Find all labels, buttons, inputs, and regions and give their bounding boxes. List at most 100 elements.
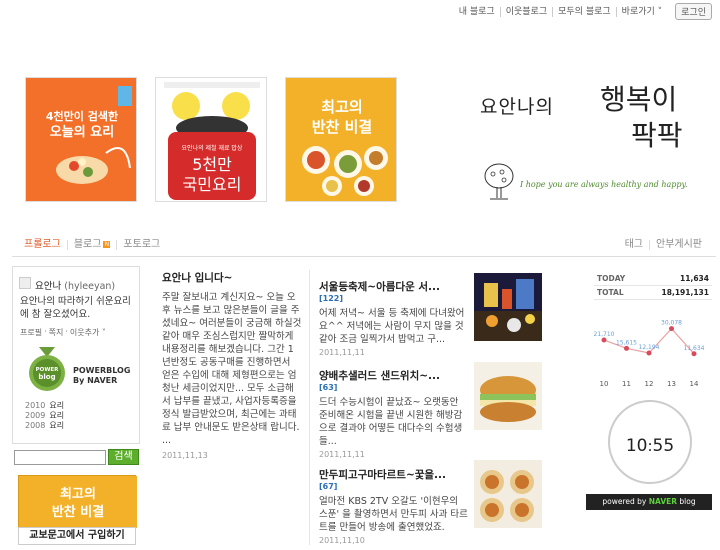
neighbor-blog-link[interactable]: 이웃블로그: [501, 6, 554, 17]
buy-kyobo-button[interactable]: 교보문고에서 구입하기: [18, 527, 136, 545]
book-cover-3-art: 최고의 반찬 비결: [286, 78, 396, 201]
post-thumbnail[interactable]: [474, 273, 542, 341]
lantern-festival-image: [474, 273, 542, 341]
profile-nickname: 요안나: [35, 281, 62, 292]
tab-photolog[interactable]: 포토로그: [117, 240, 166, 250]
list-item: 서울등축제~아름다운 서... [122] 어제 저녁~ 서울 등 축제에 다녀…: [319, 279, 469, 357]
rss-icon: N: [103, 240, 111, 248]
powered-by-naver-badge[interactable]: powered by NAVER blog: [586, 494, 712, 510]
chart-point: [601, 337, 607, 343]
chart-x-tick: 13: [667, 380, 676, 388]
sidebar-book-cover[interactable]: 최고의 반찬 비결: [18, 475, 137, 528]
post-title[interactable]: 만두피고구마타르트~꿏을...: [319, 467, 469, 482]
year-row: 2009 요리: [25, 411, 65, 420]
book-cover-1-art: 4천만이 검색한 오늘의 요리: [26, 78, 136, 201]
post-thumbnail[interactable]: [474, 460, 542, 528]
tab-blog-label: 블로그: [73, 239, 102, 250]
visitor-chart: 21,710 10 15,615 11 12,194 12 30,078 13 11,634 14: [594, 320, 705, 388]
sandwich-image: [474, 362, 542, 430]
powerblog-years: 2010 요리 2009 요리 2008 요리: [25, 401, 64, 431]
blog-menu: 프롤로그 블로그 N 포토로그: [24, 240, 166, 250]
chart-point: [646, 350, 652, 356]
book-cover-3[interactable]: 최고의 반찬 비결: [285, 77, 397, 202]
avatar[interactable]: [19, 277, 31, 289]
chart-x-tick: 10: [600, 380, 609, 388]
main-post-body: 주말 잘보내고 계신지요~ 오늘 오후 뉴스를 보고 많은분들이 글을 주셨네요…: [162, 292, 302, 446]
tart-image: [474, 460, 542, 528]
year-row: 2008 요리: [25, 421, 65, 430]
badge-word-blog: blog: [38, 373, 55, 381]
post-excerpt: 어제 저녁~ 서울 등 축제에 다녀왔어요^^ 저녁에는 사람이 무지 많을 것…: [319, 308, 465, 345]
list-item: 양배추샐러드 샌드위치~... [63] 드더 수능시험이 끝났죠~ 오랫동안 …: [319, 368, 469, 459]
book-2-line-1: 5천만: [192, 155, 232, 174]
tab-guestbook[interactable]: 안부게시판: [650, 240, 702, 250]
post-thumbnail[interactable]: [474, 362, 542, 430]
comment-count[interactable]: [122]: [319, 294, 469, 303]
blog-title: 요안나의 행복이 팍팍 I hope you are always health…: [478, 70, 713, 210]
today-count: 11,634: [680, 274, 709, 283]
profile-name: 요안나 (hyleeyan): [35, 278, 115, 292]
tab-tag[interactable]: 태그: [619, 240, 650, 250]
post-title[interactable]: 서울등축제~아름다운 서...: [319, 279, 469, 294]
sidebar-book-line-2: 반찬 비결: [52, 504, 104, 520]
year-row: 2010 요리: [25, 401, 65, 410]
clock-time: 10:55: [625, 436, 675, 456]
chart-data-label: 12,194: [639, 344, 660, 351]
tab-blog[interactable]: 블로그 N: [68, 240, 118, 250]
chart-data-label: 30,078: [661, 320, 682, 327]
today-row: TODAY 11,634: [594, 272, 712, 286]
search-input[interactable]: [14, 450, 106, 465]
post-excerpt: 드더 수능시험이 끝났죠~ 오랫동안 준비해온 시험을 끝낸 시원한 해방감으로…: [319, 397, 463, 447]
sidebar-book-line-1: 최고의: [60, 486, 96, 502]
book-cover-1[interactable]: 4천만이 검색한 오늘의 요리: [25, 77, 137, 202]
everyone-blog-link[interactable]: 모두의 블로그: [553, 6, 617, 17]
blog-menu-right: 태그 안부게시판: [619, 240, 702, 250]
main-post: 요안나 입니다~ 주말 잘보내고 계신지요~ 오늘 오후 뉴스를 보고 많은분들…: [162, 270, 302, 460]
comment-count[interactable]: [67]: [319, 482, 469, 491]
book-cover-2[interactable]: 요안나의 제철 재료 밥상 5천만 국민요리: [155, 77, 267, 202]
blog-title-part-3: 팍팍: [631, 119, 683, 152]
book-cover-2-art: 요안나의 제철 재료 밥상 5천만 국민요리: [156, 78, 266, 201]
book-2-line-2: 국민요리: [183, 175, 242, 194]
add-neighbor-link[interactable]: 이웃추가 ˅: [70, 327, 106, 338]
shortcut-menu[interactable]: 바로가기 ˅: [617, 7, 667, 17]
powerblog-label-2: By NAVER: [73, 376, 118, 385]
visitor-counter: TODAY 11,634 TOTAL 18,191,131: [594, 272, 712, 300]
total-count: 18,191,131: [661, 288, 709, 297]
svg-text:요안나의 제철 재료 밥상: 요안나의 제철 재료 밥상: [182, 144, 243, 152]
my-blog-link[interactable]: 내 블로그: [454, 6, 501, 17]
powerblog-label: POWERBLOG By NAVER: [73, 366, 130, 386]
chart-point: [624, 345, 629, 351]
post-date: 2011,11,10: [319, 536, 365, 545]
total-row: TOTAL 18,191,131: [594, 286, 712, 300]
profile-panel: 요안나 (hyleeyan) 요안나의 따라하기 쉬운요리에 참 잘오셨어요. …: [12, 266, 140, 444]
column-divider: [309, 270, 310, 545]
chart-x-tick: 11: [622, 380, 631, 388]
tab-prologue[interactable]: 프롤로그: [24, 240, 68, 250]
blog-title-part-2: 행복이: [600, 83, 678, 116]
main-post-title[interactable]: 요안나 입니다~: [162, 270, 302, 285]
chart-data-label: 21,710: [594, 331, 615, 338]
main-post-date: 2011,11,13: [162, 451, 208, 460]
profile-links: 프로필 · 쪽지 · 이웃추가 ˅: [20, 327, 106, 338]
clock-minute: 55: [652, 436, 675, 456]
clock-hour: 10: [625, 436, 648, 456]
tree-icon: [484, 163, 514, 200]
book-3-line-1: 최고의: [321, 98, 362, 116]
comment-count[interactable]: [63]: [319, 383, 469, 392]
clock-widget: 10:55: [608, 400, 692, 484]
profile-intro: 요안나의 따라하기 쉬운요리에 참 잘오셨어요.: [20, 296, 131, 320]
message-link[interactable]: 쪽지: [49, 327, 64, 338]
chart-point: [691, 351, 697, 357]
profile-link[interactable]: 프로필: [20, 327, 42, 338]
search-button[interactable]: 검색: [108, 449, 139, 465]
post-title[interactable]: 양배추샐러드 샌드위치~...: [319, 368, 469, 383]
sidebar-book-art: 최고의 반찬 비결: [19, 476, 137, 528]
chart-x-tick: 14: [690, 380, 699, 388]
list-item: 만두피고구마타르트~꿏을... [67] 얼마전 KBS 2TV 오갈도 '이현…: [319, 467, 469, 545]
chart-point: [669, 326, 674, 332]
chart-data-label: 15,615: [616, 339, 637, 346]
blog-title-part-1: 요안나의: [480, 96, 554, 118]
top-nav: 내 블로그 이웃블로그 모두의 블로그 바로가기 ˅ 로그인: [454, 3, 712, 20]
login-button[interactable]: 로그인: [675, 3, 712, 20]
